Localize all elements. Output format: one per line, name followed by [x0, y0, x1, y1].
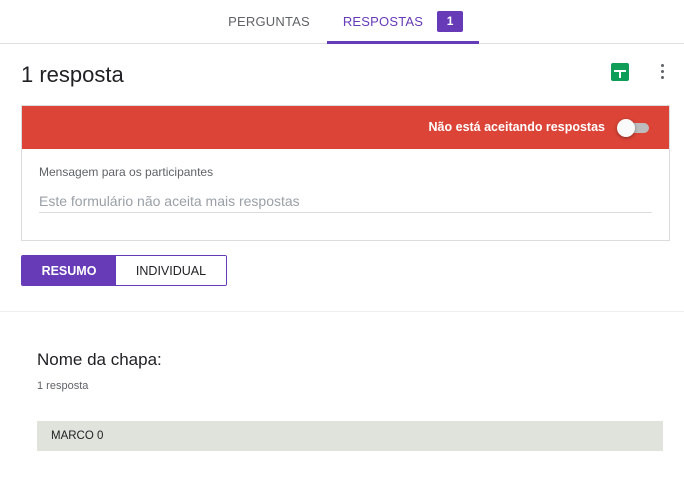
tab-bar: PERGUNTAS RESPOSTAS 1: [0, 0, 684, 44]
divider: [0, 311, 684, 312]
accepting-responses-toggle[interactable]: [617, 119, 651, 137]
view-toggle: RESUMO INDIVIDUAL: [21, 255, 227, 286]
page-title: 1 resposta: [21, 62, 124, 87]
answer-row: MARCO 0: [37, 421, 663, 451]
summary-button[interactable]: RESUMO: [22, 256, 116, 285]
message-label: Mensagem para os participantes: [39, 165, 214, 179]
accepting-responses-label: Não está aceitando respostas: [428, 120, 605, 134]
toggle-knob: [617, 119, 635, 137]
responses-count-badge: 1: [437, 11, 464, 32]
active-tab-indicator: [327, 41, 479, 44]
more-vert-icon[interactable]: [654, 62, 670, 80]
message-input[interactable]: [39, 189, 652, 213]
answer-text: MARCO 0: [51, 430, 104, 442]
question-title: Nome da chapa:: [37, 350, 162, 369]
tab-responses-label: RESPOSTAS: [342, 14, 424, 29]
accepting-responses-card: Não está aceitando respostas Mensagem pa…: [21, 105, 670, 241]
tab-questions-label: PERGUNTAS: [228, 14, 310, 29]
accepting-responses-bar: Não está aceitando respostas: [22, 106, 669, 149]
individual-button[interactable]: INDIVIDUAL: [116, 256, 226, 285]
sheets-icon[interactable]: [611, 63, 629, 81]
question-response-count: 1 resposta: [37, 380, 89, 392]
tab-questions[interactable]: PERGUNTAS: [218, 0, 320, 43]
tab-responses[interactable]: RESPOSTAS 1: [327, 0, 479, 44]
